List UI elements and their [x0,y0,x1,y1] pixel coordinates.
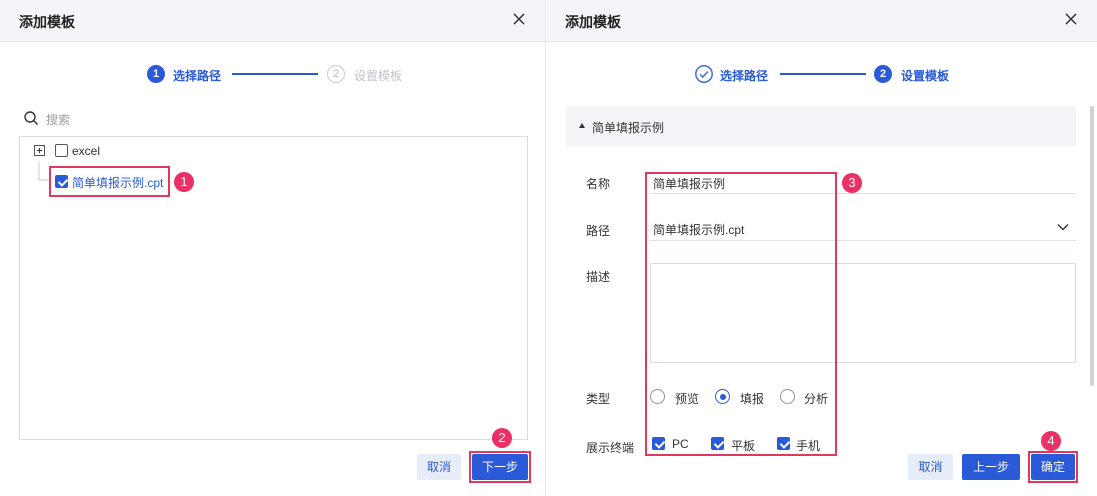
scrollbar[interactable] [1090,106,1094,386]
plus-square-icon[interactable] [34,145,45,156]
highlight-box-2 [469,451,531,483]
step-2-label: 设置模板 [901,69,950,83]
dialog-header: 添加模板 [546,0,1097,42]
excel-checkbox[interactable] [55,144,68,157]
highlight-box-4 [1028,451,1078,483]
previous-step-button[interactable]: 上一步 [962,454,1020,480]
step-connector [232,73,318,75]
annotation-badge-2: 2 [492,428,512,448]
annotation-badge-4: 4 [1041,431,1061,451]
chevron-down-icon[interactable] [1057,222,1069,232]
step-1-label: 选择路径 [173,69,222,83]
add-template-dialog-step2: 添加模板 选择路径 2 设置模板 简单填报示例 名称 简单填报示例 路径 简单填… [546,0,1097,496]
close-icon[interactable] [511,11,527,27]
description-label: 描述 [586,270,611,284]
annotation-badge-1: 1 [174,172,194,192]
step-2-indicator: 2 [874,65,892,83]
search-icon [24,111,39,126]
close-icon[interactable] [1063,11,1079,27]
search-input[interactable]: 搜索 [24,110,224,128]
highlight-box-1 [49,166,170,197]
step-2-label: 设置模板 [354,69,403,83]
annotation-badge-3: 3 [842,173,862,193]
cancel-button[interactable]: 取消 [908,454,953,480]
tree-item-excel[interactable]: excel [72,144,100,158]
check-circle-icon [695,65,713,83]
step-1-label: 选择路径 [720,69,769,83]
dialog-title: 添加模板 [565,14,621,30]
highlight-box-3 [645,172,837,456]
step-connector [780,73,866,75]
name-label: 名称 [586,177,611,191]
section-title: 简单填报示例 [592,121,665,135]
path-label: 路径 [586,224,611,238]
dialog-title: 添加模板 [19,14,75,30]
cancel-button[interactable]: 取消 [417,454,461,480]
collapse-triangle-icon [579,123,585,128]
type-label: 类型 [586,392,611,406]
step-1-indicator: 1 [147,65,165,83]
section-header[interactable]: 简单填报示例 [566,106,1076,146]
terminal-label: 展示终端 [586,441,635,455]
dialog-header: 添加模板 [0,0,545,42]
add-template-dialog-step1: 添加模板 1 选择路径 2 设置模板 搜索 excel 简单填报示例.cpt 1… [0,0,545,496]
step-2-indicator: 2 [327,65,345,83]
search-placeholder: 搜索 [46,113,71,127]
